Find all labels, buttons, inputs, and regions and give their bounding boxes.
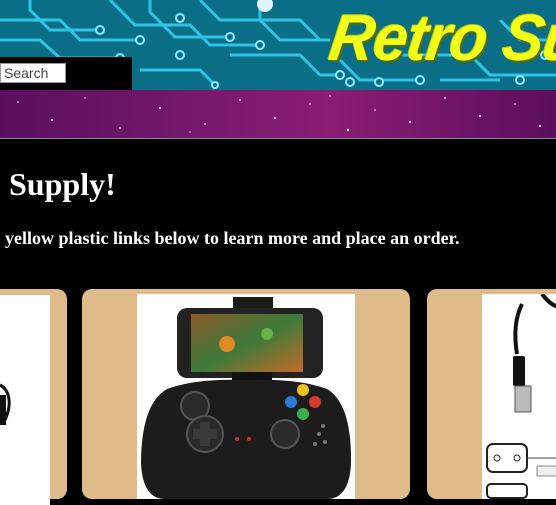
- product-image[interactable]: [0, 295, 50, 505]
- controller-cable-icon: [0, 383, 11, 425]
- product-image[interactable]: [482, 294, 556, 499]
- page-title: Supply!: [9, 166, 116, 202]
- search-input[interactable]: [0, 63, 66, 83]
- site-brand-logo[interactable]: Retro Su: [324, 0, 556, 80]
- intro-text: yellow plastic links below to learn more…: [5, 228, 460, 248]
- product-card[interactable]: [82, 289, 410, 499]
- usb-adapter-icon: [486, 294, 556, 499]
- product-card[interactable]: [0, 289, 67, 505]
- product-card[interactable]: [427, 289, 556, 499]
- space-banner: [0, 90, 556, 139]
- starfield-graphic: [17, 95, 541, 133]
- product-image[interactable]: [137, 294, 355, 499]
- gamepad-icon: [141, 297, 352, 499]
